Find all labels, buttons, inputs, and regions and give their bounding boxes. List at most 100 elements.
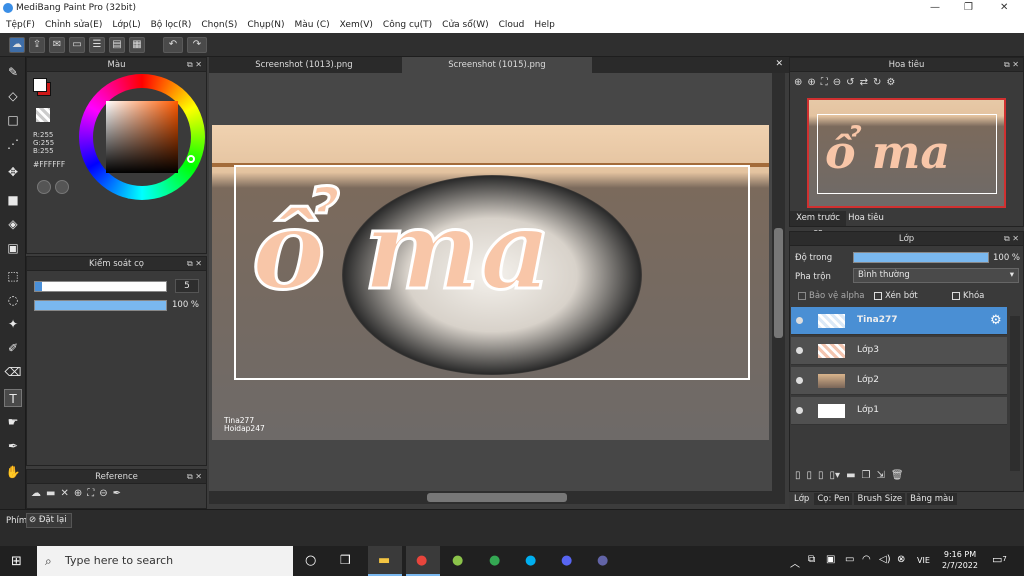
- navigator-fit-icon[interactable]: ⛶: [821, 77, 828, 88]
- add-layer-menu-icon[interactable]: ▯▾: [830, 470, 841, 481]
- vertical-scroll-thumb[interactable]: [774, 228, 783, 338]
- tab-layer[interactable]: Lớp: [791, 493, 813, 505]
- menu-window[interactable]: Cửa sổ(W): [442, 20, 488, 30]
- menu-file[interactable]: Tệp(F): [6, 20, 35, 30]
- app-green-icon[interactable]: ●: [452, 553, 463, 568]
- text-tool-icon[interactable]: T: [4, 389, 22, 407]
- minimize-button[interactable]: —: [930, 2, 940, 13]
- tab-brush-preview[interactable]: Xem trước cọ: [790, 211, 846, 238]
- share-icon[interactable]: ⇪: [29, 37, 45, 53]
- select-pen-tool-icon[interactable]: ✐: [4, 339, 22, 357]
- language-indicator[interactable]: VIE: [917, 556, 930, 565]
- hand-tool-icon[interactable]: ✋: [4, 463, 22, 481]
- teams-icon[interactable]: ●: [597, 553, 608, 568]
- comment-icon[interactable]: ✉: [49, 37, 65, 53]
- duplicate-layer-icon[interactable]: ❐: [862, 470, 871, 481]
- gradient-tool-icon[interactable]: ▣: [4, 239, 22, 257]
- windows-start-icon[interactable]: ⊞: [11, 554, 22, 569]
- list-icon[interactable]: ▤: [109, 37, 125, 53]
- taskbar-clock[interactable]: 9:16 PM 2/7/2022: [940, 549, 980, 571]
- color-set-icon[interactable]: [55, 180, 69, 194]
- file-explorer-icon[interactable]: ▬: [368, 546, 402, 576]
- palette-icon[interactable]: [37, 180, 51, 194]
- layer-opacity-slider[interactable]: [853, 252, 989, 263]
- panel-float-close-icon[interactable]: ⧉ ✕: [1004, 232, 1019, 246]
- fill-rect-tool-icon[interactable]: ■: [4, 191, 22, 209]
- reference-zoom-in-icon[interactable]: ⊕: [74, 488, 82, 499]
- merge-down-icon[interactable]: ⇲: [877, 470, 885, 481]
- layer-name[interactable]: Lớp2: [857, 375, 879, 385]
- panel-float-close-icon[interactable]: ⧉ ✕: [187, 58, 202, 72]
- delete-layer-icon[interactable]: 🗑: [891, 470, 904, 481]
- transparent-swatch[interactable]: [36, 108, 50, 122]
- blend-mode-select[interactable]: Bình thường ▾: [853, 268, 1019, 283]
- tab-close-icon[interactable]: ✕: [775, 59, 783, 69]
- reset-button[interactable]: ⊘ Đặt lại: [26, 513, 72, 528]
- reference-cloud-icon[interactable]: ☁: [31, 488, 41, 499]
- brush-tool-icon[interactable]: ✎: [4, 63, 22, 81]
- tab-screenshot-1015[interactable]: Screenshot (1015).png: [402, 57, 592, 73]
- menu-snap[interactable]: Chụp(N): [247, 20, 284, 30]
- navigator-zoom-plus-icon[interactable]: ⊕: [807, 77, 815, 88]
- undo-icon[interactable]: ↶: [163, 37, 183, 53]
- panel-float-close-icon[interactable]: ⧉ ✕: [1004, 58, 1019, 72]
- taskbar-search-box[interactable]: ⌕ Type here to search: [37, 546, 293, 576]
- new-layer-icon[interactable]: ▯: [795, 470, 801, 481]
- menu-layer[interactable]: Lớp(L): [112, 20, 140, 30]
- menu-edit[interactable]: Chỉnh sửa(E): [45, 20, 102, 30]
- battery-icon[interactable]: ▭: [845, 554, 854, 565]
- layer-list-scrollbar[interactable]: [1010, 316, 1020, 471]
- maximize-button[interactable]: ❐: [964, 2, 973, 13]
- navigator-rotate-right-icon[interactable]: ↻: [873, 77, 881, 88]
- document-icon[interactable]: ☰: [89, 37, 105, 53]
- close-button[interactable]: ✕: [1000, 2, 1008, 13]
- navigator-settings-icon[interactable]: ⚙: [886, 77, 895, 88]
- lock-checkbox[interactable]: Khóa: [952, 291, 984, 301]
- app-browser-icon[interactable]: ●: [489, 553, 500, 568]
- menu-filter[interactable]: Bộ lọc(R): [151, 20, 192, 30]
- canvas-vertical-scrollbar[interactable]: [772, 73, 785, 491]
- chrome-icon[interactable]: ●: [406, 546, 440, 576]
- lasso-tool-icon[interactable]: ◌: [4, 291, 22, 309]
- select-rect-tool-icon[interactable]: ⬚: [4, 267, 22, 285]
- cloud-icon[interactable]: ☁: [9, 37, 25, 53]
- grid-icon[interactable]: ▦: [129, 37, 145, 53]
- tab-color-palette[interactable]: Bảng màu: [907, 493, 957, 505]
- visibility-eye-icon[interactable]: [796, 347, 803, 354]
- layer-row[interactable]: Lớp3: [791, 337, 1007, 365]
- skype-icon[interactable]: ●: [525, 553, 536, 568]
- visibility-eye-icon[interactable]: [796, 377, 803, 384]
- reference-eyedropper-icon[interactable]: ✒: [113, 488, 121, 499]
- eraser-tool-icon[interactable]: ◇: [4, 87, 22, 105]
- clipping-checkbox[interactable]: Xén bớt: [874, 291, 918, 301]
- status-x-icon[interactable]: ⊗: [897, 554, 905, 565]
- bucket-tool-icon[interactable]: ◈: [4, 215, 22, 233]
- visibility-eye-icon[interactable]: [796, 317, 803, 324]
- layer-name[interactable]: Lớp3: [857, 345, 879, 355]
- operation-tool-icon[interactable]: ☛: [4, 413, 22, 431]
- reference-zoom-out-icon[interactable]: ⊖: [99, 488, 107, 499]
- new-layer-1bit-icon[interactable]: ▯: [818, 470, 824, 481]
- brush-size-slider[interactable]: [34, 281, 167, 292]
- layer-name[interactable]: Tina277: [857, 315, 898, 325]
- eyedropper-tool-icon[interactable]: ✒: [4, 437, 22, 455]
- rectangle-tool-icon[interactable]: □: [4, 111, 22, 129]
- canvas-image[interactable]: ổ ma Tina277 Hoidap247: [212, 125, 769, 440]
- menu-view[interactable]: Xem(V): [340, 20, 373, 30]
- chat-icon[interactable]: ▭: [69, 37, 85, 53]
- layer-row[interactable]: Lớp1: [791, 397, 1007, 425]
- new-layer-8bit-icon[interactable]: ▯: [807, 470, 813, 481]
- tab-screenshot-1013[interactable]: Screenshot (1013).png: [209, 57, 399, 73]
- panel-float-close-icon[interactable]: ⧉ ✕: [187, 470, 202, 484]
- tab-brush-size[interactable]: Brush Size: [854, 493, 906, 505]
- navigator-zoom-in-icon[interactable]: ⊕: [794, 77, 802, 88]
- menu-color[interactable]: Màu (C): [295, 20, 330, 30]
- layer-row[interactable]: Lớp2: [791, 367, 1007, 395]
- brush-opacity-slider[interactable]: [34, 300, 167, 311]
- horizontal-scroll-thumb[interactable]: [427, 493, 567, 502]
- task-view-icon[interactable]: ❒: [340, 553, 351, 567]
- tab-navigator[interactable]: Hoa tiêu: [847, 211, 885, 226]
- navigator-rotate-left-icon[interactable]: ↺: [846, 77, 854, 88]
- tray-app-icon[interactable]: ⧉: [808, 554, 815, 565]
- saturation-value-square[interactable]: [106, 101, 178, 173]
